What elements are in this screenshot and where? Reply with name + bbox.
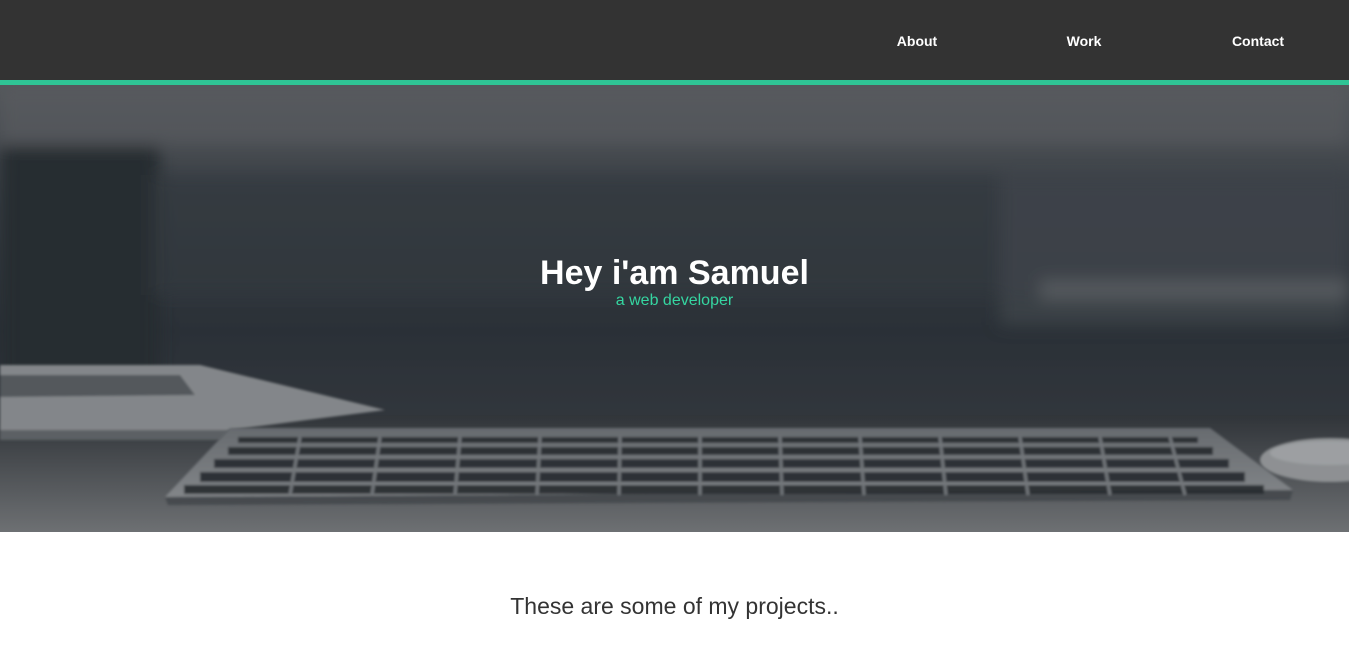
top-navbar: About Work Contact	[0, 0, 1349, 85]
hero-subtitle: a web developer	[615, 292, 734, 309]
hero-title: Hey i'am Samuel	[540, 254, 809, 292]
nav-link-contact[interactable]: Contact	[1232, 33, 1284, 49]
nav-link-work[interactable]: Work	[1067, 33, 1102, 49]
projects-heading: These are some of my projects..	[510, 593, 839, 619]
nav-link-about[interactable]: About	[897, 33, 937, 49]
hero-section: Hey i'am Samuel a web developer	[0, 85, 1349, 532]
